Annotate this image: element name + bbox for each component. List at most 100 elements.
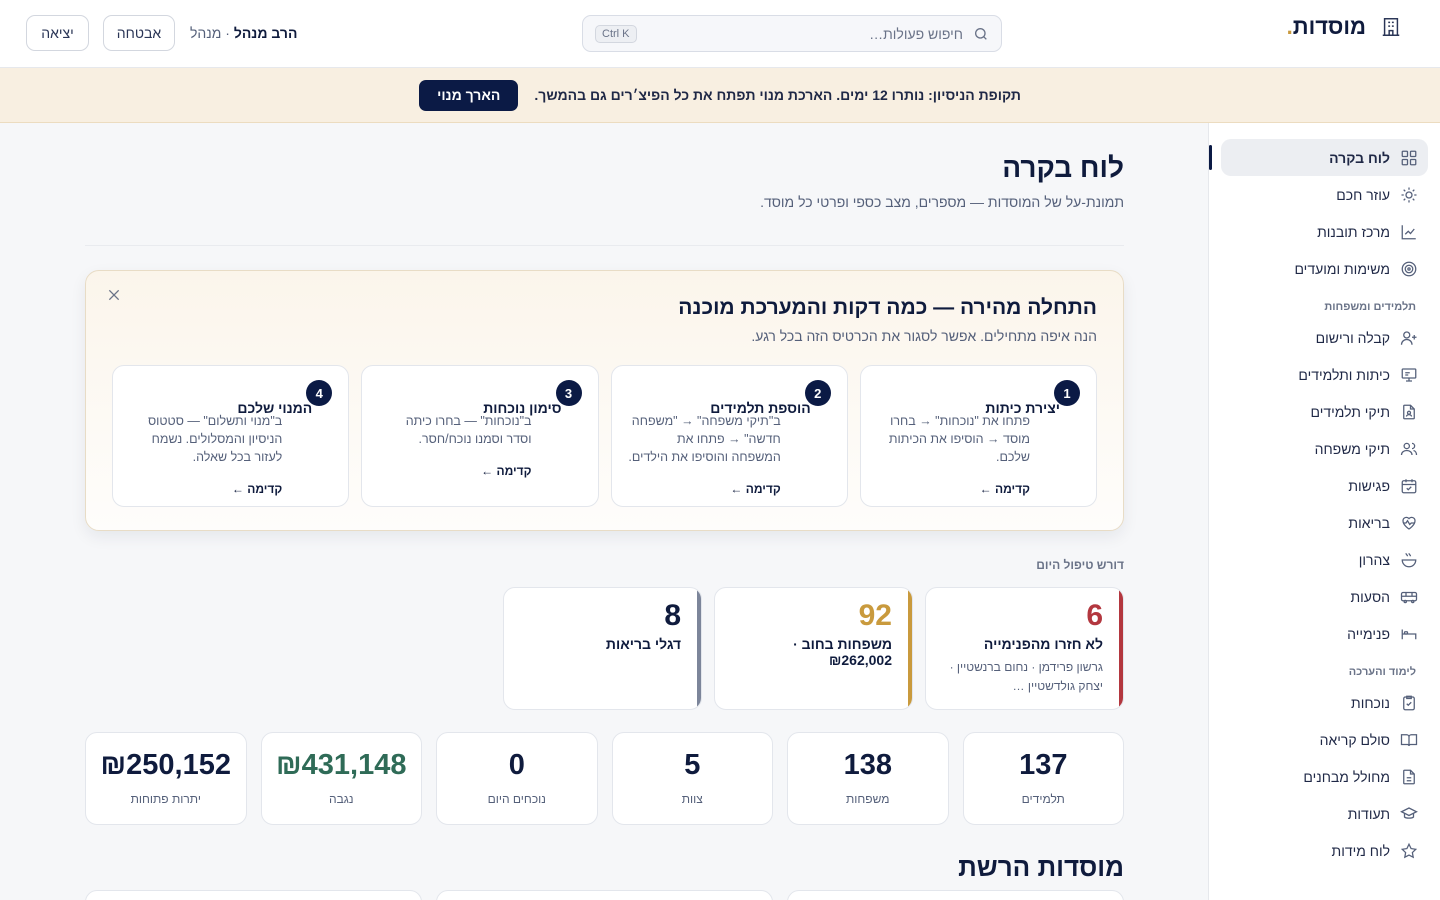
institution-card[interactable]: [436, 890, 773, 900]
stat-card-families[interactable]: 138 משפחות: [787, 732, 949, 825]
file-user-icon: [1403, 404, 1415, 419]
sidebar-item-health[interactable]: בריאות: [1221, 504, 1428, 541]
page-subtitle: תמונת-על של המוסדות — מספרים, מצב כספי ו…: [760, 194, 1124, 210]
sidebar-section-learning: לימוד והערכה: [1348, 666, 1416, 678]
sidebar-item-family-files[interactable]: תיקי משפחה: [1221, 430, 1428, 467]
stat-card-collected[interactable]: ₪431,148 נגבה: [260, 732, 422, 825]
trial-banner: תקופת הניסיון: נותרו 12 ימים. הארכת מנוי…: [0, 68, 1440, 123]
page-title: לוח בקרה: [1002, 152, 1124, 183]
sidebar-item-student-files[interactable]: תיקי תלמידים: [1221, 393, 1428, 430]
stat-label: צוות: [681, 792, 703, 806]
alert-card-dorm[interactable]: 6 לא חזרו מהפנימייה גרשון פרידמן · נחום …: [925, 587, 1124, 710]
stat-label: נגבה: [328, 792, 354, 806]
extend-subscription-button[interactable]: הארך מנוי: [419, 79, 519, 111]
step-description: ב"נוכחות" — בחרו כיתה וסדר וסמנו נוכח/חס…: [405, 414, 532, 446]
grid-icon: [1401, 150, 1417, 165]
sidebar-item-daycare[interactable]: צהרון: [1221, 541, 1428, 578]
stat-value: 5: [684, 749, 701, 781]
search-input[interactable]: חיפוש פעולות… Ctrl K: [582, 15, 1002, 52]
step-go-link[interactable]: קדימה ←: [628, 482, 780, 496]
graduation-cap-icon: [1400, 806, 1418, 819]
alert-value: 92: [858, 599, 892, 632]
step-description: פתחו את "נוכחות" → בחרו מוסד → הוסיפו את…: [888, 414, 1030, 464]
sidebar-item-test-generator[interactable]: מחולל מבחנים: [1221, 758, 1428, 795]
stat-value: ₪250,152: [100, 749, 231, 781]
star-icon: [1400, 842, 1418, 858]
sidebar-item-tasks[interactable]: משימות ומועדים: [1221, 250, 1428, 287]
building-icon: [1382, 18, 1400, 36]
institution-card[interactable]: [787, 890, 1124, 900]
search-shortcut: Ctrl K: [595, 24, 637, 43]
book-open-icon: [1400, 733, 1418, 746]
user-name: הרב מנהל · מנהל: [190, 25, 298, 41]
sun-icon: [1401, 187, 1417, 202]
step-go-link[interactable]: קדימה ←: [877, 482, 1030, 496]
user-plus-icon: [1400, 330, 1417, 345]
stat-value: ₪431,148: [276, 749, 407, 781]
sidebar-item-certificates[interactable]: תעודות: [1221, 795, 1428, 832]
alert-card-health[interactable]: 8 דגלי בריאות: [503, 587, 702, 710]
sidebar-item-smart-assistant[interactable]: עוזר חכם: [1221, 176, 1428, 213]
step-go-link[interactable]: קדימה ←: [378, 464, 531, 478]
file-text-icon: [1403, 769, 1415, 784]
bed-icon: [1401, 629, 1417, 639]
institution-card[interactable]: [85, 890, 422, 900]
brand[interactable]: מוסדות.: [1287, 14, 1402, 40]
users-icon: [1400, 442, 1418, 455]
stat-card-staff[interactable]: 5 צוות: [611, 732, 773, 825]
sidebar-item-traits[interactable]: לוח מידות: [1221, 832, 1428, 869]
divider: [85, 245, 1124, 246]
close-icon[interactable]: [106, 287, 122, 303]
step-description: ב"תיקי משפחה" → "משפחה חדשה" → פתחו את ה…: [628, 414, 781, 464]
stat-label: משפחות: [846, 792, 890, 806]
security-button[interactable]: אבטחה: [103, 15, 175, 51]
sidebar-item-dormitory[interactable]: פנימייה: [1221, 615, 1428, 652]
alert-value: 8: [664, 599, 681, 632]
target-icon: [1401, 261, 1417, 276]
quick-start-step: 3 סימון נוכחות ב"נוכחות" — בחרו כיתה וסד…: [361, 365, 599, 507]
sidebar-section-students: תלמידים ומשפחות: [1324, 301, 1416, 313]
alert-title: לא חזרו מהפנימייה: [983, 636, 1103, 652]
bowl-icon: [1401, 552, 1417, 567]
sidebar-item-admissions[interactable]: קבלה ורישום: [1221, 319, 1428, 356]
stat-label: תלמידים: [1021, 792, 1065, 806]
stat-value: 0: [508, 749, 525, 781]
brand-name: מוסדות.: [1286, 14, 1366, 39]
sidebar-item-classes[interactable]: כיתות ותלמידים: [1221, 356, 1428, 393]
sidebar-item-attendance[interactable]: נוכחות: [1221, 684, 1428, 721]
stat-value: 138: [843, 749, 892, 781]
sidebar-item-insights[interactable]: מרכז תובנות: [1221, 213, 1428, 250]
network-institutions-title: מוסדות הרשת: [958, 852, 1124, 882]
quick-start-subtitle: הנה איפה מתחילים. אפשר לסגור את הכרטיס ה…: [751, 328, 1097, 344]
quick-start-title: התחלה מהירה — כמה דקות והמערכת מוכנה: [678, 296, 1097, 319]
bus-icon: [1400, 591, 1418, 603]
quick-start-step: 2 הוספת תלמידים ב"תיקי משפחה" → "משפחה ח…: [610, 365, 848, 507]
quick-start-step: 1 יצירת כיתות פתחו את "נוכחות" → בחרו מו…: [859, 365, 1097, 507]
sidebar-item-meetings[interactable]: פגישות: [1221, 467, 1428, 504]
stats-row: 137 תלמידים 138 משפחות 5 צוות 0 נוכחים ה…: [85, 732, 1124, 825]
alert-value: 6: [1086, 599, 1103, 632]
main-content: לוח בקרה תמונת-על של המוסדות — מספרים, מ…: [0, 123, 1208, 900]
search-placeholder: חיפוש פעולות…: [869, 25, 963, 42]
alert-detail: גרשון פרידמן · נחום ברנשטיין · יצחק גולד…: [949, 660, 1103, 693]
search-icon: [975, 27, 987, 40]
sidebar-item-reading-scale[interactable]: סולם קריאה: [1221, 721, 1428, 758]
heart-pulse-icon: [1402, 516, 1416, 530]
clipboard-check-icon: [1403, 695, 1415, 710]
stat-label: נוכחים היום: [487, 792, 546, 806]
logout-button[interactable]: יציאה: [26, 15, 89, 51]
step-go-link[interactable]: קדימה ←: [129, 482, 282, 496]
stat-card-present-today[interactable]: 0 נוכחים היום: [436, 732, 598, 825]
alert-card-debt[interactable]: 92 משפחות בחוב · ₪262,002: [714, 587, 913, 710]
quick-start-card: התחלה מהירה — כמה דקות והמערכת מוכנה הנה…: [85, 270, 1124, 531]
stat-card-open-balances[interactable]: ₪250,152 יתרות פתוחות: [85, 732, 247, 825]
presentation-icon: [1401, 367, 1417, 382]
sidebar: לוח בקרה עוזר חכם מרכז תובנות משימות ומו…: [1208, 123, 1440, 900]
attention-section-label: דורש טיפול היום: [1036, 558, 1124, 572]
trial-banner-text: תקופת הניסיון: נותרו 12 ימים. הארכת מנוי…: [534, 87, 1021, 103]
attention-cards: 6 לא חזרו מהפנימייה גרשון פרידמן · נחום …: [503, 587, 1124, 710]
stat-card-students[interactable]: 137 תלמידים: [962, 732, 1124, 825]
sidebar-item-transport[interactable]: הסעות: [1221, 578, 1428, 615]
sidebar-item-dashboard[interactable]: לוח בקרה: [1209, 139, 1428, 176]
quick-start-step: 4 המנוי שלכם ב"מנוי ותשלום" — סטטוס הניס…: [112, 365, 350, 507]
